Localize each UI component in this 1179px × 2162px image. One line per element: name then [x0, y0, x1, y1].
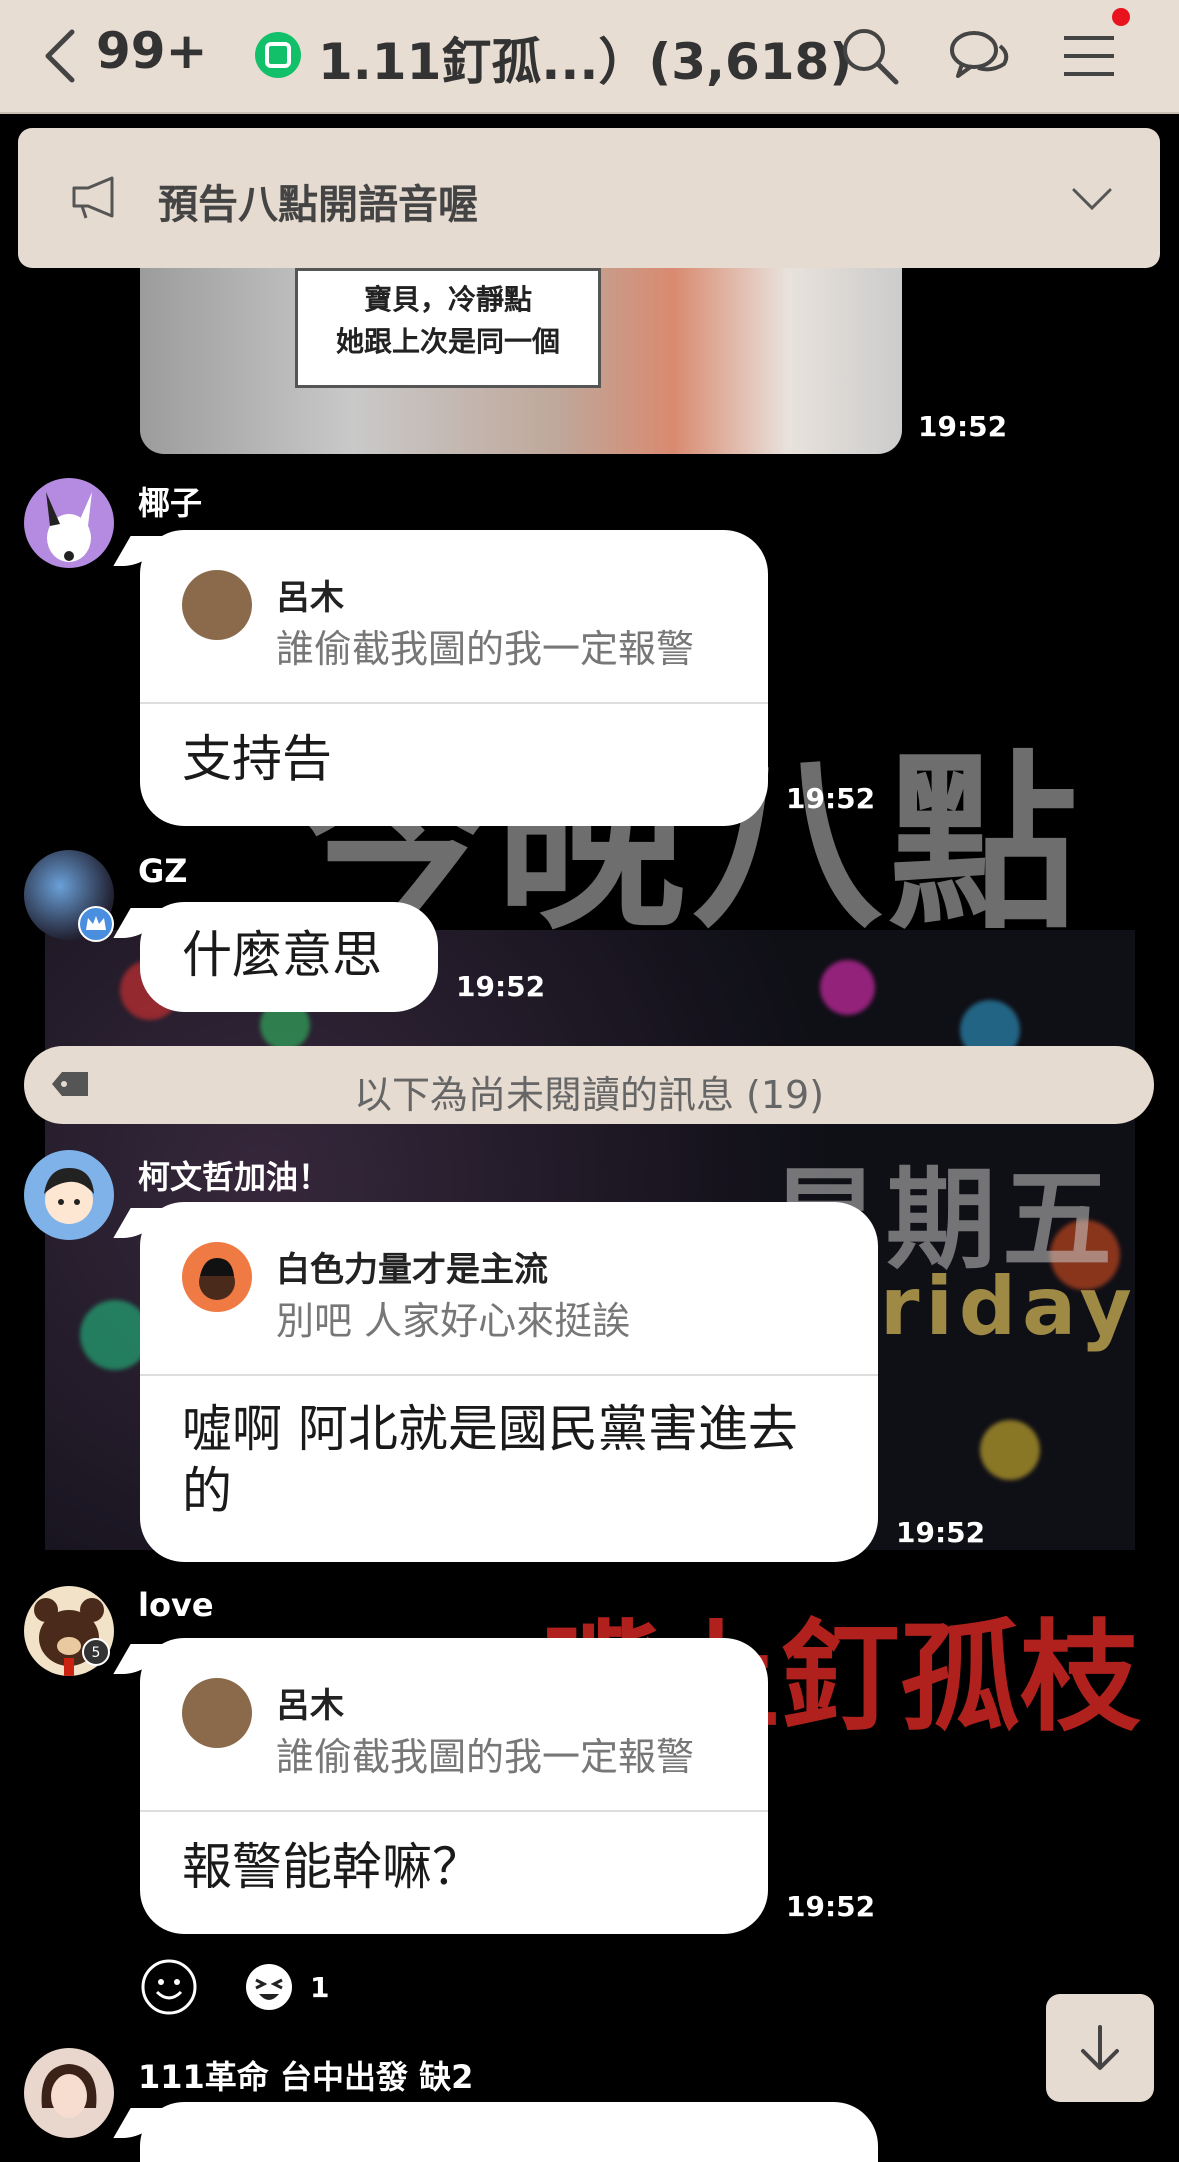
chat-bubbles-icon[interactable]	[948, 24, 1012, 88]
laughing-face-icon	[246, 1964, 292, 2010]
back-icon[interactable]	[40, 28, 80, 84]
message-bubble[interactable]: 呂木 誰偷截我圖的我一定報警 支持告	[140, 530, 768, 826]
bokeh-light	[980, 1420, 1040, 1480]
sender-name: 111革命 台中出發 缺2	[138, 2058, 474, 2096]
message-time: 19:52	[456, 970, 546, 1003]
quoted-text: 誰偷截我圖的我一定報警	[276, 627, 695, 671]
avatar[interactable]	[24, 2048, 114, 2138]
message-bubble[interactable]	[140, 2102, 878, 2162]
reaction-chip[interactable]: 1	[244, 1962, 329, 2012]
admin-crown-icon	[78, 906, 114, 942]
image-caption: 寶貝，冷靜點 她跟上次是同一個	[295, 268, 601, 388]
quoted-avatar	[182, 1242, 252, 1312]
avatar[interactable]	[24, 1150, 114, 1240]
quoted-sender: 呂木	[276, 1686, 344, 1726]
quoted-message[interactable]: 呂木 誰偷截我圖的我一定報警	[140, 1638, 768, 1812]
add-reaction-icon[interactable]	[140, 1958, 198, 2016]
avatar[interactable]	[24, 478, 114, 568]
message-text: 支持告	[182, 730, 332, 788]
quoted-sender: 白色力量才是主流	[276, 1250, 548, 1290]
message-bubble[interactable]: 什麼意思	[140, 902, 438, 1012]
message-text: 什麼意思	[182, 926, 382, 984]
reaction-count: 1	[310, 1970, 330, 2004]
unread-divider-text: 以下為尚未閱讀的訊息 (19)	[353, 1073, 825, 1117]
message-time: 19:52	[786, 1890, 876, 1923]
unread-divider: 以下為尚未閱讀的訊息 (19)	[24, 1046, 1154, 1124]
megaphone-icon	[72, 176, 114, 219]
announcement-text: 預告八點開語音喔	[158, 182, 478, 228]
bokeh-light	[820, 960, 875, 1015]
quoted-sender: 呂木	[276, 578, 344, 618]
message-bubble[interactable]: 白色力量才是主流 別吧 人家好心來挺誒 噓啊 阿北就是國民黨害進去的	[140, 1202, 878, 1562]
background-friday-text: riday	[880, 1260, 1138, 1353]
member-badge-icon: 5	[82, 1638, 110, 1666]
message-time: 19:52	[786, 782, 876, 815]
quoted-message[interactable]: 呂木 誰偷截我圖的我一定報警	[140, 530, 768, 704]
unread-count[interactable]: 99+	[96, 22, 207, 80]
message-text: 噓啊 阿北就是國民黨害進去的	[182, 1400, 798, 1520]
quoted-avatar	[182, 570, 252, 640]
message-time: 19:52	[918, 410, 1008, 443]
message-time: 19:52	[896, 1516, 986, 1549]
message-text: 報警能幹嘛？	[182, 1838, 482, 1896]
sender-name: 柯文哲加油！	[138, 1158, 331, 1196]
message-bubble[interactable]: 呂木 誰偷截我圖的我一定報警 報警能幹嘛？	[140, 1638, 768, 1934]
quoted-text: 誰偷截我圖的我一定報警	[276, 1735, 695, 1779]
announcement-banner[interactable]: 預告八點開語音喔	[18, 128, 1160, 268]
quoted-text: 別吧 人家好心來挺誒	[276, 1299, 631, 1343]
image-message[interactable]: 寶貝，冷靜點 她跟上次是同一個	[140, 268, 902, 454]
notification-dot	[1112, 8, 1130, 26]
scroll-to-bottom-button[interactable]	[1046, 1994, 1154, 2102]
room-title[interactable]: 1.11釘孤...）(3,618)	[318, 22, 852, 94]
quoted-message[interactable]: 白色力量才是主流 別吧 人家好心來挺誒	[140, 1202, 878, 1376]
sender-name: GZ	[138, 852, 188, 890]
openchat-room-icon	[255, 32, 301, 78]
chat-header: 99+ 1.11釘孤...）(3,618)	[0, 0, 1179, 114]
menu-icon[interactable]	[1058, 24, 1122, 88]
quoted-avatar	[182, 1678, 252, 1748]
search-icon[interactable]	[838, 24, 902, 88]
sender-name: love	[138, 1586, 214, 1624]
sender-name: 椰子	[138, 484, 203, 522]
arrow-down-icon	[1081, 2025, 1119, 2070]
svg-text:5: 5	[92, 1645, 101, 1661]
chevron-down-icon[interactable]	[1070, 186, 1114, 212]
